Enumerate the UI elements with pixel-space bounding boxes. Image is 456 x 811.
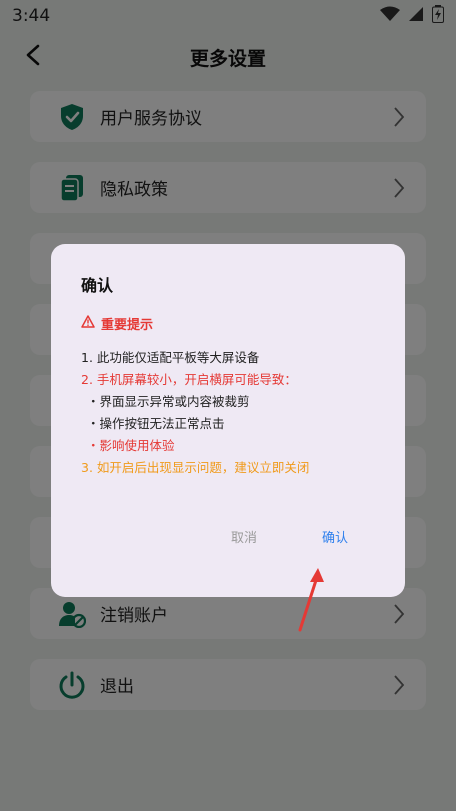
message-line: 2. 手机屏幕较小，开启横屏可能导致： bbox=[81, 372, 297, 387]
confirm-dialog: 确认 重要提示 1. 此功能仅适配平板等大屏设备 2. 手机屏幕较小，开启横屏可… bbox=[51, 244, 405, 597]
annotation-arrow-icon bbox=[298, 568, 324, 632]
dialog-message: 1. 此功能仅适配平板等大屏设备 2. 手机屏幕较小，开启横屏可能导致： ・界面… bbox=[81, 347, 377, 479]
message-line: 3. 如开启后出现显示问题，建议立即关闭 bbox=[81, 460, 310, 475]
warning-heading: 重要提示 bbox=[81, 314, 377, 333]
dialog-title: 确认 bbox=[81, 276, 114, 295]
dialog-actions: 取消 确认 bbox=[51, 527, 405, 547]
cancel-button[interactable]: 取消 bbox=[231, 527, 257, 546]
message-line: ・操作按钮无法正常点击 bbox=[87, 416, 225, 431]
message-line: ・界面显示异常或内容被裁剪 bbox=[87, 394, 250, 409]
warning-title: 重要提示 bbox=[101, 318, 154, 333]
message-line: 1. 此功能仅适配平板等大屏设备 bbox=[81, 350, 260, 365]
message-line: ・影响使用体验 bbox=[87, 438, 175, 453]
confirm-button[interactable]: 确认 bbox=[322, 527, 348, 546]
warning-icon bbox=[81, 315, 95, 332]
